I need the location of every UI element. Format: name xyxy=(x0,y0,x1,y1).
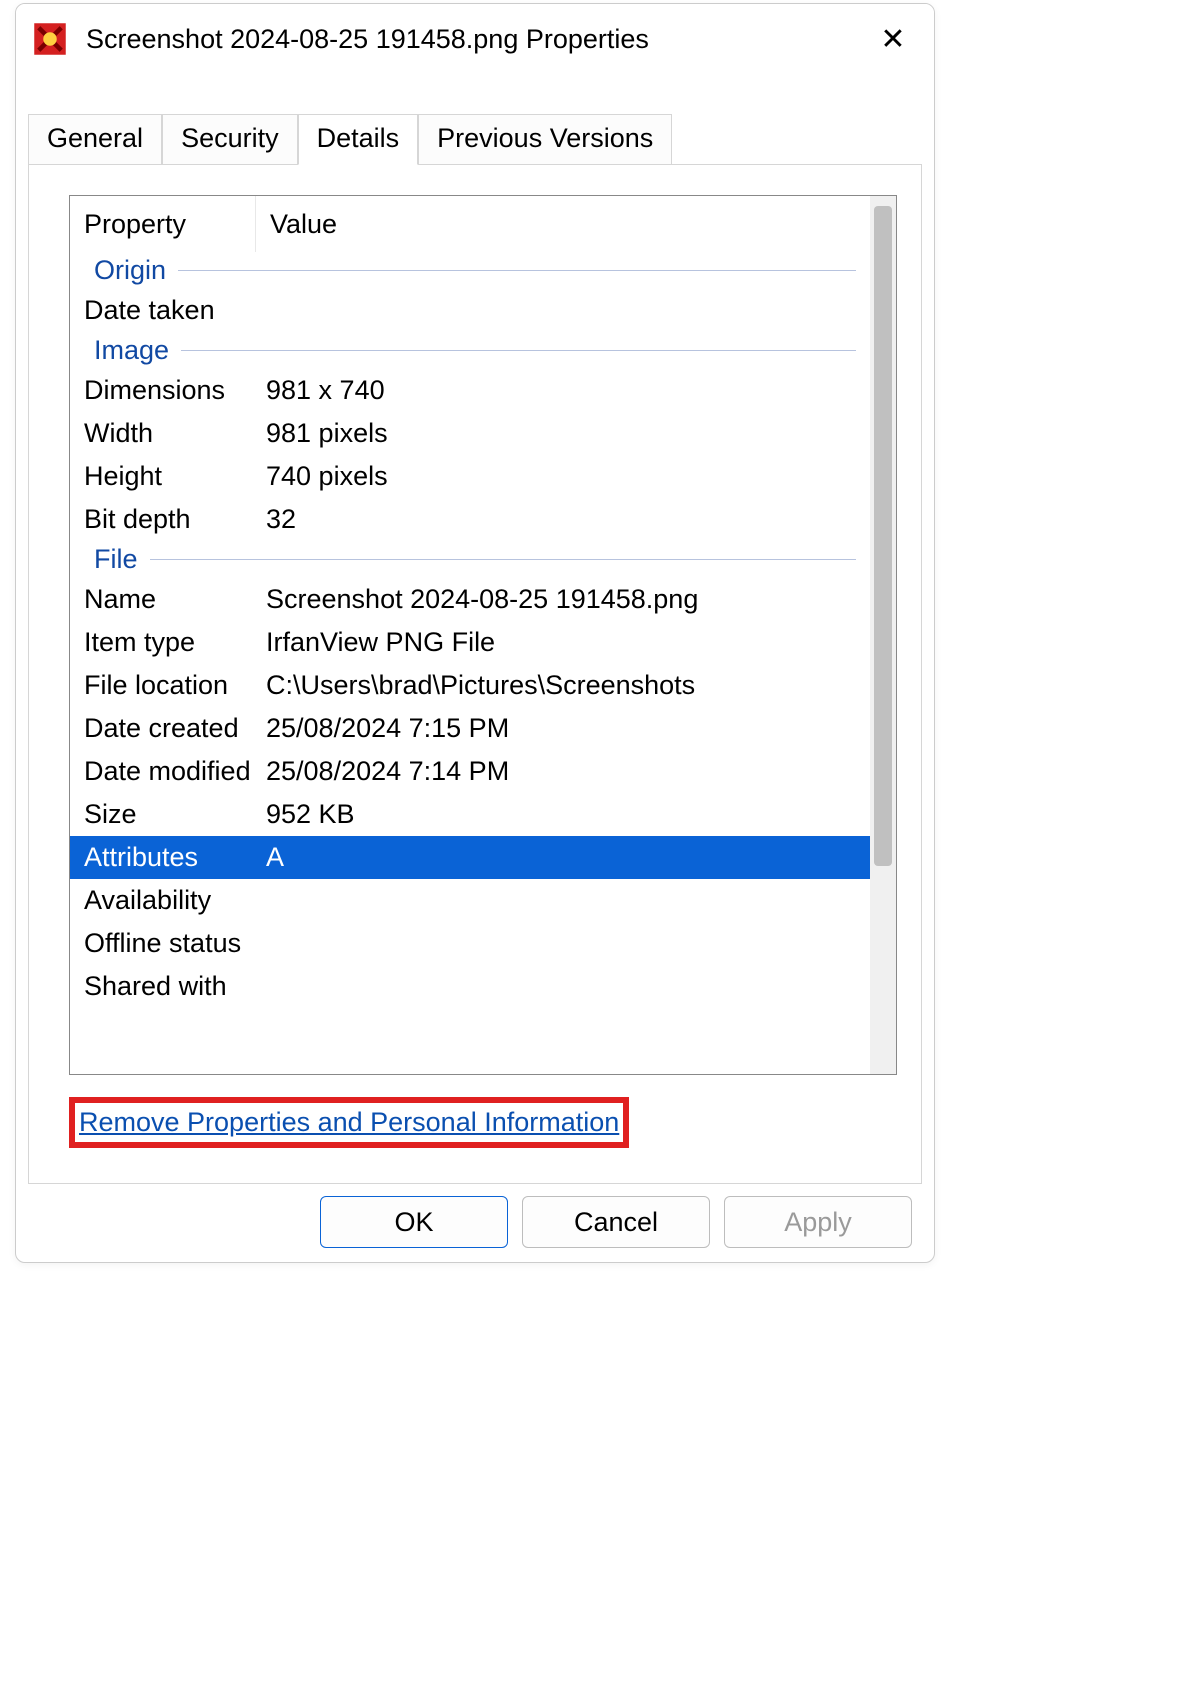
row-shared-with[interactable]: Shared with xyxy=(70,965,870,1008)
scrollbar[interactable] xyxy=(870,196,896,1074)
property-label: Width xyxy=(70,418,256,449)
row-date-modified[interactable]: Date modified 25/08/2024 7:14 PM xyxy=(70,750,870,793)
remove-properties-link[interactable]: Remove Properties and Personal Informati… xyxy=(79,1107,619,1137)
property-value: 952 KB xyxy=(256,799,870,830)
row-date-taken[interactable]: Date taken xyxy=(70,289,870,332)
row-size[interactable]: Size 952 KB xyxy=(70,793,870,836)
property-value: Screenshot 2024-08-25 191458.png xyxy=(256,584,870,615)
property-label: Shared with xyxy=(70,971,256,1002)
property-value: 25/08/2024 7:15 PM xyxy=(256,713,870,744)
tab-security[interactable]: Security xyxy=(162,114,298,164)
group-header-image[interactable]: Image xyxy=(70,332,870,369)
property-value: 981 x 740 xyxy=(256,375,870,406)
property-label: Dimensions xyxy=(70,375,256,406)
tab-panel-details: Property Value Origin Date taken Image xyxy=(28,164,922,1184)
column-header-property[interactable]: Property xyxy=(70,196,256,252)
group-header-file[interactable]: File xyxy=(70,541,870,578)
column-header-value[interactable]: Value xyxy=(256,196,870,252)
details-content: Property Value Origin Date taken Image xyxy=(70,196,870,1074)
divider xyxy=(150,559,856,560)
row-bit-depth[interactable]: Bit depth 32 xyxy=(70,498,870,541)
group-header-origin[interactable]: Origin xyxy=(70,252,870,289)
property-label: Size xyxy=(70,799,256,830)
titlebar: Screenshot 2024-08-25 191458.png Propert… xyxy=(16,4,934,74)
property-label: Date modified xyxy=(70,756,256,787)
row-name[interactable]: Name Screenshot 2024-08-25 191458.png xyxy=(70,578,870,621)
property-value: A xyxy=(256,842,870,873)
app-icon xyxy=(32,21,68,57)
row-availability[interactable]: Availability xyxy=(70,879,870,922)
remove-link-highlight: Remove Properties and Personal Informati… xyxy=(69,1097,629,1148)
property-value: 25/08/2024 7:14 PM xyxy=(256,756,870,787)
property-value: 32 xyxy=(256,504,870,535)
property-label: Date taken xyxy=(70,295,256,326)
tabs: General Security Details Previous Versio… xyxy=(28,114,922,164)
tab-previous-versions[interactable]: Previous Versions xyxy=(418,114,672,164)
row-dimensions[interactable]: Dimensions 981 x 740 xyxy=(70,369,870,412)
property-value: C:\Users\brad\Pictures\Screenshots xyxy=(256,670,870,701)
property-label: Height xyxy=(70,461,256,492)
details-listview[interactable]: Property Value Origin Date taken Image xyxy=(69,195,897,1075)
scrollbar-thumb[interactable] xyxy=(874,206,892,866)
property-label: Item type xyxy=(70,627,256,658)
row-file-location[interactable]: File location C:\Users\brad\Pictures\Scr… xyxy=(70,664,870,707)
property-label: Availability xyxy=(70,885,256,916)
row-width[interactable]: Width 981 pixels xyxy=(70,412,870,455)
group-label: Image xyxy=(94,335,169,366)
window-title: Screenshot 2024-08-25 191458.png Propert… xyxy=(86,24,868,55)
row-attributes[interactable]: Attributes A xyxy=(70,836,870,879)
properties-dialog: Screenshot 2024-08-25 191458.png Propert… xyxy=(15,3,935,1263)
row-height[interactable]: Height 740 pixels xyxy=(70,455,870,498)
apply-button[interactable]: Apply xyxy=(724,1196,912,1248)
row-date-created[interactable]: Date created 25/08/2024 7:15 PM xyxy=(70,707,870,750)
row-item-type[interactable]: Item type IrfanView PNG File xyxy=(70,621,870,664)
divider xyxy=(178,270,856,271)
property-label: Bit depth xyxy=(70,504,256,535)
row-offline-status[interactable]: Offline status xyxy=(70,922,870,965)
property-value: IrfanView PNG File xyxy=(256,627,870,658)
property-value: 981 pixels xyxy=(256,418,870,449)
group-label: File xyxy=(94,544,138,575)
cancel-button[interactable]: Cancel xyxy=(522,1196,710,1248)
tab-details[interactable]: Details xyxy=(298,114,419,165)
ok-button[interactable]: OK xyxy=(320,1196,508,1248)
property-label: File location xyxy=(70,670,256,701)
property-label: Date created xyxy=(70,713,256,744)
tab-general[interactable]: General xyxy=(28,114,162,164)
property-value: 740 pixels xyxy=(256,461,870,492)
property-label: Attributes xyxy=(70,842,256,873)
property-label: Offline status xyxy=(70,928,256,959)
dialog-buttons: OK Cancel Apply xyxy=(16,1196,934,1248)
divider xyxy=(181,350,856,351)
close-icon[interactable]: ✕ xyxy=(868,22,918,57)
group-label: Origin xyxy=(94,255,166,286)
property-label: Name xyxy=(70,584,256,615)
column-headers: Property Value xyxy=(70,196,870,252)
